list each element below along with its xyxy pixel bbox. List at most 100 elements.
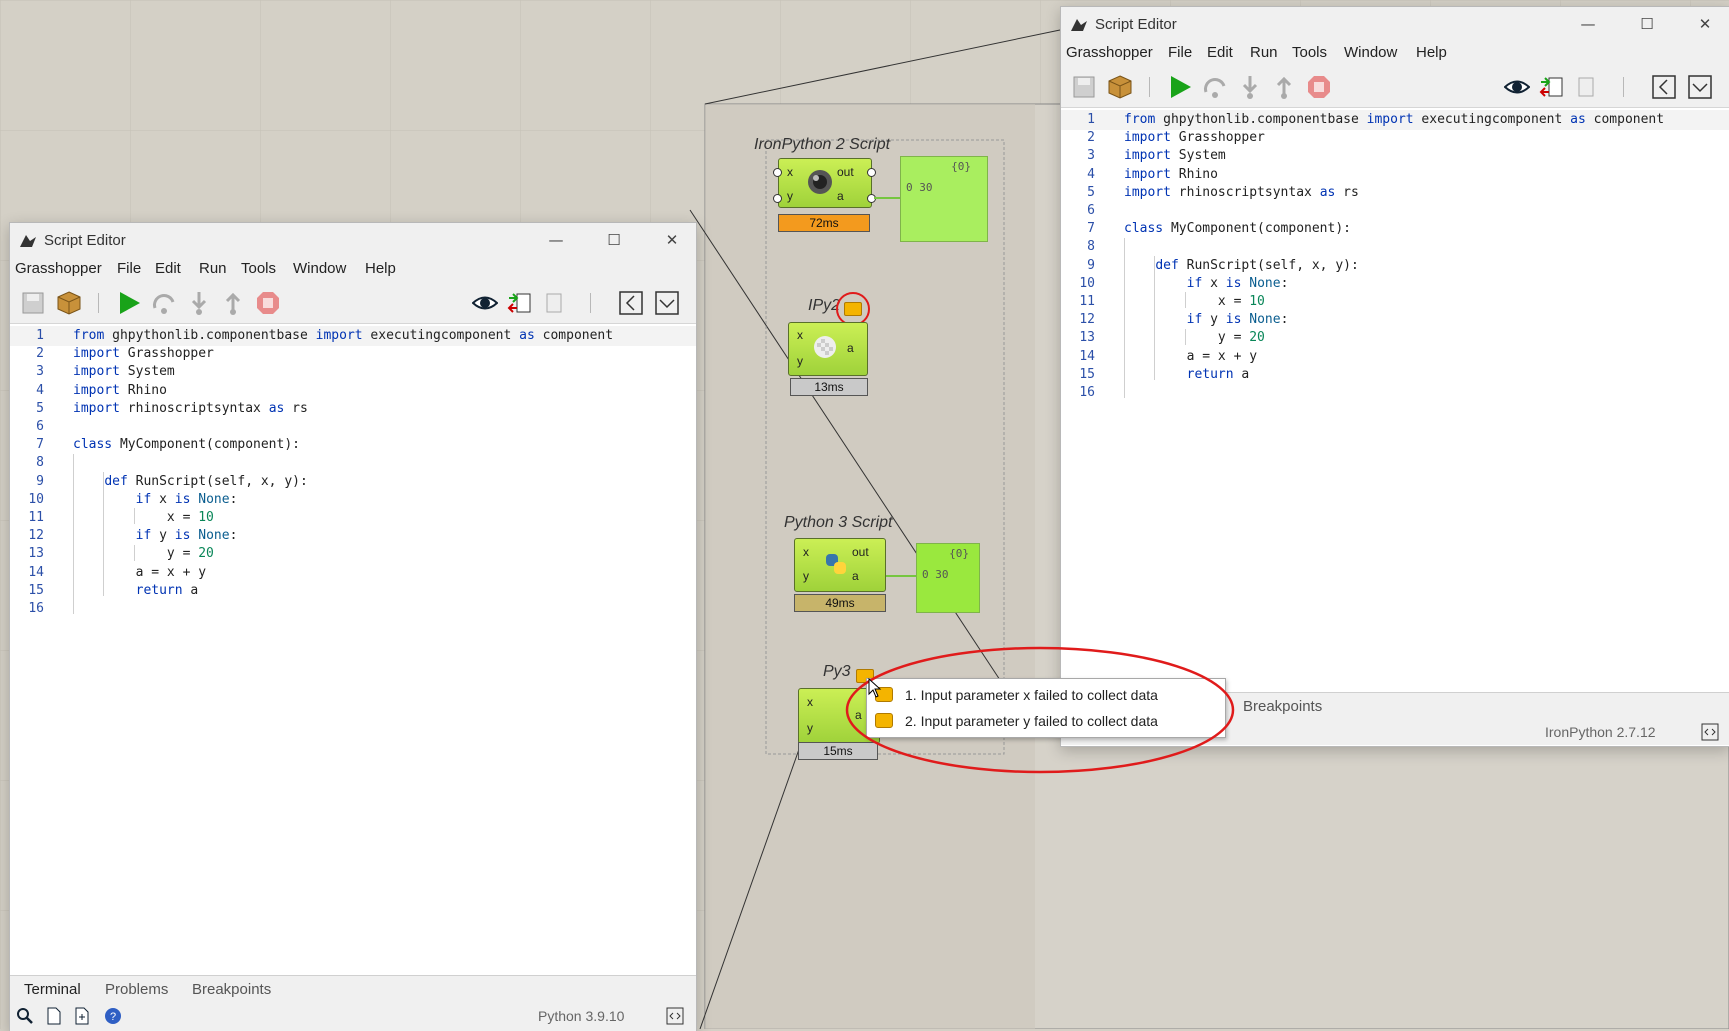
menu-run[interactable]: Run — [199, 260, 227, 277]
ipy2-input-x[interactable]: x — [797, 328, 803, 342]
code-line[interactable]: 11 x = 10 — [1061, 292, 1729, 312]
left-code-editor[interactable]: 1 from ghpythonlib.componentbase import e… — [10, 324, 696, 970]
collapse-bottom-icon[interactable] — [654, 290, 680, 316]
code-line[interactable]: 3 import System — [10, 362, 696, 382]
eye-icon[interactable] — [1504, 74, 1530, 100]
step-over-icon[interactable] — [151, 290, 177, 316]
close-button[interactable]: ✕ — [1685, 11, 1725, 37]
minimize-button[interactable]: — — [536, 227, 576, 253]
code-line[interactable]: 14 a = x + y — [10, 563, 696, 583]
py3-input-x[interactable]: x — [807, 695, 813, 709]
code-line[interactable]: 14 a = x + y — [1061, 347, 1729, 367]
code-line[interactable]: 13 y = 20 — [10, 544, 696, 564]
code-line[interactable]: 4 import Rhino — [10, 381, 696, 401]
tab-terminal[interactable]: Terminal — [24, 981, 81, 998]
save-icon[interactable] — [1071, 74, 1097, 100]
run-icon[interactable] — [116, 290, 142, 316]
menu-tools[interactable]: Tools — [241, 260, 276, 277]
document-icon[interactable] — [541, 290, 567, 316]
ironpython2-output-panel[interactable]: {0} 0 30 — [900, 156, 988, 242]
code-toggle-icon[interactable] — [1701, 723, 1719, 741]
ironpython2-output-out[interactable]: out — [837, 165, 854, 179]
python3-input-y[interactable]: y — [803, 569, 809, 583]
python3-output-panel[interactable]: {0} 0 30 — [916, 543, 980, 613]
step-over-icon[interactable] — [1202, 74, 1228, 100]
code-line[interactable]: 8 — [10, 453, 696, 473]
menu-help[interactable]: Help — [1416, 44, 1447, 61]
ipy2-component[interactable]: x y a — [788, 322, 868, 376]
menu-grasshopper[interactable]: Grasshopper — [1066, 44, 1153, 61]
ironpython2-input-y[interactable]: y — [787, 189, 793, 203]
py3-input-y[interactable]: y — [807, 721, 813, 735]
code-toggle-icon[interactable] — [666, 1007, 684, 1025]
code-line[interactable]: 6 — [10, 417, 696, 437]
code-line[interactable]: 7 class MyComponent(component): — [10, 435, 696, 455]
code-line[interactable]: 16 — [1061, 383, 1729, 403]
code-line[interactable]: 9 def RunScript(self, x, y): — [1061, 256, 1729, 276]
menu-grasshopper[interactable]: Grasshopper — [15, 260, 102, 277]
code-line[interactable]: 5 import rhinoscriptsyntax as rs — [10, 399, 696, 419]
code-line[interactable]: 12 if y is None: — [1061, 310, 1729, 330]
package-icon[interactable] — [1107, 74, 1133, 100]
file-icon[interactable] — [46, 1007, 62, 1025]
package-icon[interactable] — [56, 290, 82, 316]
ipy2-input-y[interactable]: y — [797, 354, 803, 368]
help-icon[interactable]: ? — [104, 1007, 122, 1025]
stop-icon[interactable] — [1306, 74, 1332, 100]
right-title-bar[interactable]: Script Editor — ☐ ✕ — [1061, 7, 1729, 41]
menu-edit[interactable]: Edit — [1207, 44, 1233, 61]
maximize-button[interactable]: ☐ — [1627, 11, 1667, 37]
eye-icon[interactable] — [472, 290, 498, 316]
code-line[interactable]: 4 import Rhino — [1061, 165, 1729, 185]
ironpython2-component[interactable]: x y out a — [778, 158, 872, 208]
code-line[interactable]: 1 from ghpythonlib.componentbase import e… — [10, 326, 696, 346]
code-line[interactable]: 6 — [1061, 201, 1729, 221]
stop-icon[interactable] — [255, 290, 281, 316]
code-line[interactable]: 13 y = 20 — [1061, 328, 1729, 348]
menu-tools[interactable]: Tools — [1292, 44, 1327, 61]
python3-output-out[interactable]: out — [852, 545, 869, 559]
code-line[interactable]: 8 — [1061, 237, 1729, 257]
collapse-bottom-icon[interactable] — [1687, 74, 1713, 100]
document-icon[interactable] — [1573, 74, 1599, 100]
code-line[interactable]: 1 from ghpythonlib.componentbase import e… — [1061, 110, 1729, 130]
code-line[interactable]: 15 return a — [10, 581, 696, 601]
step-into-icon[interactable] — [1237, 74, 1263, 100]
step-into-icon[interactable] — [186, 290, 212, 316]
menu-window[interactable]: Window — [1344, 44, 1397, 61]
swap-editor-icon[interactable] — [1539, 74, 1565, 100]
code-line[interactable]: 16 — [10, 599, 696, 619]
code-line[interactable]: 11 x = 10 — [10, 508, 696, 528]
left-title-bar[interactable]: Script Editor — ☐ ✕ — [10, 223, 696, 257]
python3-output-a[interactable]: a — [852, 569, 859, 583]
tab-breakpoints[interactable]: Breakpoints — [192, 981, 271, 998]
left-script-editor[interactable]: Script Editor — ☐ ✕ Grasshopper File Edi… — [9, 222, 697, 1031]
maximize-button[interactable]: ☐ — [594, 227, 634, 253]
step-out-icon[interactable] — [1271, 74, 1297, 100]
code-line[interactable]: 2 import Grasshopper — [10, 344, 696, 364]
code-line[interactable]: 5 import rhinoscriptsyntax as rs — [1061, 183, 1729, 203]
collapse-left-icon[interactable] — [618, 290, 644, 316]
new-file-icon[interactable] — [74, 1007, 90, 1025]
right-script-editor[interactable]: Script Editor — ☐ ✕ Grasshopper File Edi… — [1060, 6, 1729, 747]
step-out-icon[interactable] — [220, 290, 246, 316]
ironpython2-output-a[interactable]: a — [837, 189, 844, 203]
menu-edit[interactable]: Edit — [155, 260, 181, 277]
code-line[interactable]: 12 if y is None: — [10, 526, 696, 546]
save-icon[interactable] — [20, 290, 46, 316]
code-line[interactable]: 7 class MyComponent(component): — [1061, 219, 1729, 239]
code-line[interactable]: 15 return a — [1061, 365, 1729, 385]
search-icon[interactable] — [16, 1007, 34, 1025]
ipy2-output-a[interactable]: a — [847, 341, 854, 355]
right-code-editor[interactable]: 1 from ghpythonlib.componentbase import e… — [1061, 108, 1729, 692]
python3-input-x[interactable]: x — [803, 545, 809, 559]
code-line[interactable]: 9 def RunScript(self, x, y): — [10, 472, 696, 492]
menu-help[interactable]: Help — [365, 260, 396, 277]
code-line[interactable]: 10 if x is None: — [10, 490, 696, 510]
tab-breakpoints[interactable]: Breakpoints — [1243, 698, 1322, 715]
menu-file[interactable]: File — [117, 260, 141, 277]
menu-window[interactable]: Window — [293, 260, 346, 277]
tab-problems[interactable]: Problems — [105, 981, 168, 998]
menu-run[interactable]: Run — [1250, 44, 1278, 61]
close-button[interactable]: ✕ — [652, 227, 692, 253]
